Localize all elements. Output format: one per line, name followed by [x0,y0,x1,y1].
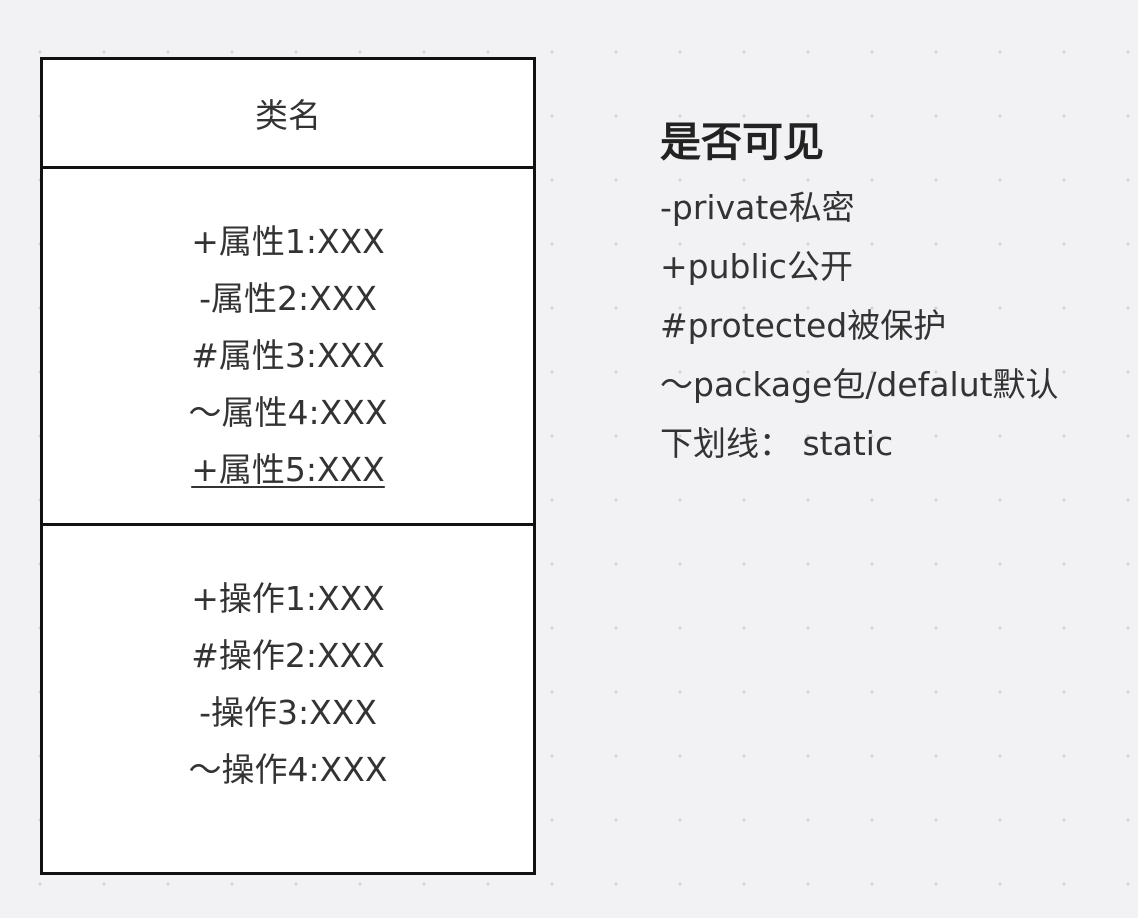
legend-item-public: +public公开 [660,247,853,286]
attributes-compartment: +属性1:XXX -属性2:XXX #属性3:XXX ～属性4:XXX +属性5… [43,169,533,526]
operation-4: ～操作4:XXX [188,750,388,789]
attribute-1: +属性1:XXX [191,222,385,261]
operation-3: -操作3:XXX [199,693,377,732]
attribute-5-static: +属性5:XXX [191,450,385,489]
attribute-2: -属性2:XXX [199,279,377,318]
legend-item-private: -private私密 [660,188,855,227]
visibility-legend: 是否可见 -private私密 +public公开 #protected被保护 … [660,112,1130,473]
attribute-3: #属性3:XXX [191,336,385,375]
uml-class-box[interactable]: 类名 +属性1:XXX -属性2:XXX #属性3:XXX ～属性4:XXX +… [40,57,536,875]
operation-1: +操作1:XXX [191,579,385,618]
class-name-compartment: 类名 [43,60,533,169]
legend-title: 是否可见 [660,118,824,166]
legend-item-static: 下划线： static [660,424,894,463]
legend-item-package: ～package包/defalut默认 [660,365,1059,404]
class-name: 类名 [255,96,321,135]
legend-item-protected: #protected被保护 [660,306,947,345]
attribute-4: ～属性4:XXX [188,393,388,432]
operation-2: #操作2:XXX [191,636,385,675]
operations-compartment: +操作1:XXX #操作2:XXX -操作3:XXX ～操作4:XXX [43,526,533,872]
